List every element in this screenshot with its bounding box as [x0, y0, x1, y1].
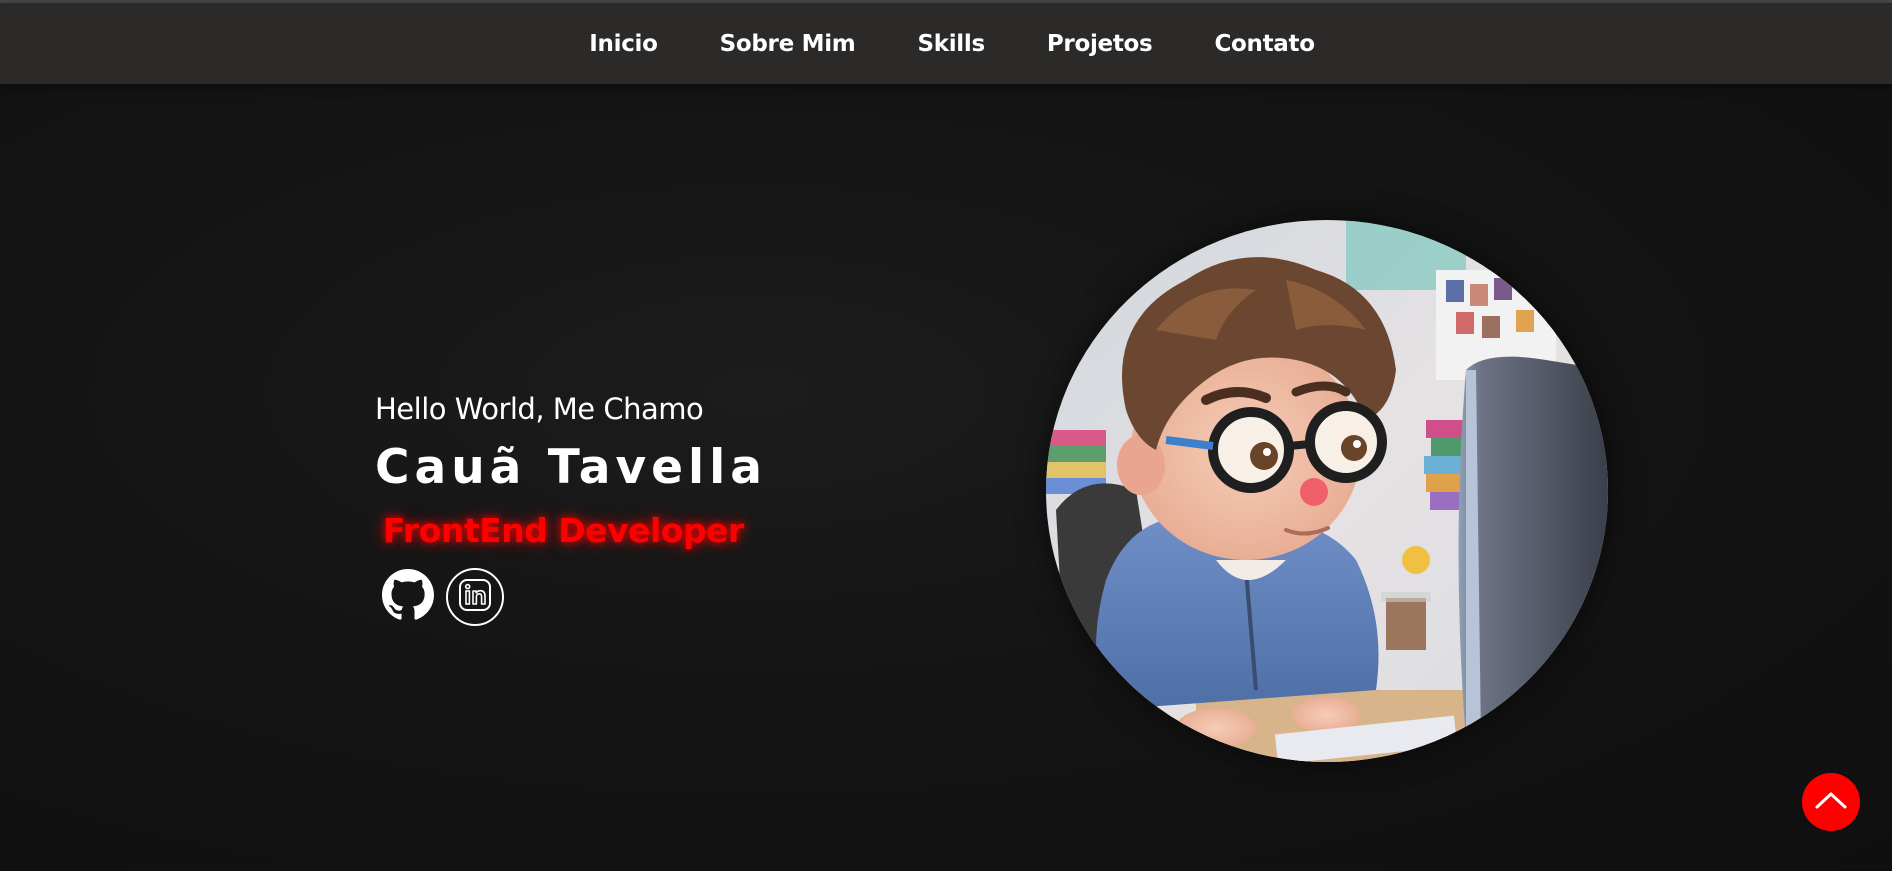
- nav-link-projetos[interactable]: Projetos: [1016, 31, 1184, 57]
- nav-link-sobre-mim[interactable]: Sobre Mim: [689, 31, 887, 57]
- linkedin-icon: [457, 577, 493, 617]
- nav-item-sobre-mim: Sobre Mim: [689, 31, 887, 57]
- github-icon: [382, 569, 434, 625]
- github-link[interactable]: [380, 569, 436, 625]
- chevron-up-icon: [1814, 790, 1848, 814]
- nav-link-inicio[interactable]: Inicio: [558, 31, 688, 57]
- avatar-image: [1046, 220, 1608, 762]
- navbar: Inicio Sobre Mim Skills Projetos Contato: [0, 3, 1892, 84]
- hero-greeting: Hello World, Me Chamo: [375, 392, 704, 426]
- hero-name: Cauã Tavella: [375, 440, 767, 495]
- hero-role: FrontEnd Developer: [383, 511, 744, 550]
- nav-item-contato: Contato: [1183, 31, 1345, 57]
- social-links: [380, 568, 767, 626]
- scroll-to-top-button[interactable]: [1802, 773, 1860, 831]
- page: Inicio Sobre Mim Skills Projetos Contato…: [0, 0, 1892, 871]
- nav-item-projetos: Projetos: [1016, 31, 1184, 57]
- nav-item-inicio: Inicio: [558, 31, 688, 57]
- nav-link-contato[interactable]: Contato: [1183, 31, 1345, 57]
- nav-list: Inicio Sobre Mim Skills Projetos Contato: [558, 31, 1345, 57]
- nav-item-skills: Skills: [886, 31, 1015, 57]
- avatar-illustration: [1046, 220, 1608, 762]
- linkedin-link[interactable]: [446, 568, 504, 626]
- nav-link-skills[interactable]: Skills: [886, 31, 1015, 57]
- hero-section: Hello World, Me Chamo Cauã Tavella Front…: [375, 392, 767, 626]
